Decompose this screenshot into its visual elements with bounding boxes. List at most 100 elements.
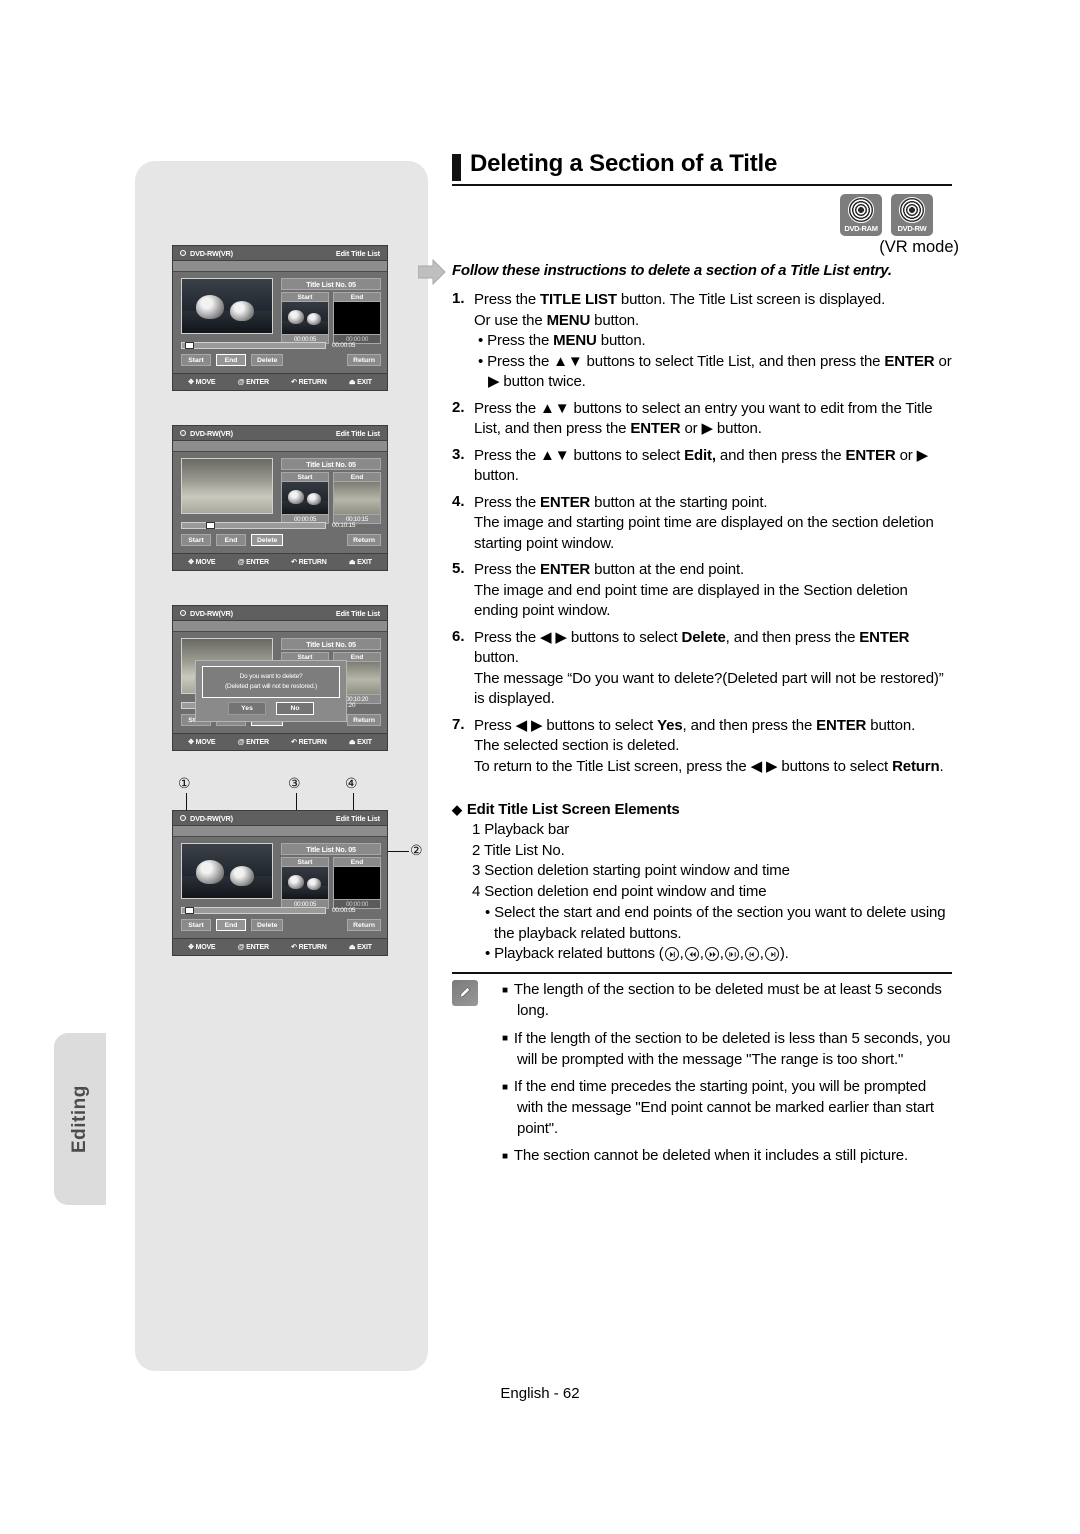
step-text: Press the ENTER button at the starting p… [474, 493, 952, 555]
element-item: 1 Playback bar [472, 821, 570, 838]
dialog-buttons: Yes No [196, 702, 346, 715]
step-text: Press the ▲▼ buttons to select Edit, and… [474, 446, 952, 487]
otter-shape [288, 490, 304, 504]
start-button[interactable]: Start [181, 354, 211, 366]
content-column: Deleting a Section of a Title DVD-RAM DV… [418, 150, 959, 1164]
disc-icon [180, 610, 186, 616]
step-line: The image and starting point time are di… [474, 514, 934, 552]
dialog-message: Do you want to delete? (Deleted part wil… [202, 666, 340, 698]
title-row: Deleting a Section of a Title [452, 150, 952, 188]
delete-button[interactable]: Delete [251, 354, 284, 366]
step-line: Press the ▲▼ buttons to select Edit, and… [474, 446, 929, 485]
start-thumb-image [281, 867, 329, 899]
end-point-window: End 00:00:00 [333, 857, 381, 909]
screen-body: Title List No. 05 Start 00:00:05 End 00:… [173, 837, 387, 933]
screen-subbar [173, 621, 387, 632]
playback-time: 00:00:05 [332, 342, 356, 349]
step-item: 7. Press ◀ ▶ buttons to select Yes, and t… [452, 716, 952, 778]
section-tab-label: Editing [69, 1085, 90, 1153]
screen-elements-section: ◆ Edit Title List Screen Elements 1 Playb… [452, 801, 952, 965]
step-item: 4. Press the ENTER button at the starting… [452, 493, 952, 555]
playback-bar[interactable] [181, 342, 326, 349]
step-number: 4. [452, 492, 465, 510]
manual-page: Editing DVD-RW(VR) Edit Title List Title… [0, 0, 1080, 1534]
nav-exit: ⏏ EXIT [348, 739, 372, 746]
screen-body: Title List No. 05 Start 00:00:05 End 00:… [173, 452, 387, 548]
diamond-icon: ◆ [452, 802, 462, 817]
step-item: 3. Press the ▲▼ buttons to select Edit, a… [452, 446, 952, 487]
start-button[interactable]: Start [181, 919, 211, 931]
dvd-screen-mockup-1: DVD-RW(VR) Edit Title List Title List No… [172, 245, 388, 391]
otter-shape [307, 878, 321, 890]
delete-button[interactable]: Delete [251, 919, 284, 931]
disc-type-group: DVD-RW(VR) [180, 249, 233, 258]
playback-bar[interactable] [181, 522, 326, 529]
step-backward-icon [744, 947, 759, 961]
nav-return: ↶ RETURN [291, 944, 327, 951]
disc-ring-icon [848, 197, 874, 223]
playback-bar-knob[interactable] [185, 342, 194, 349]
video-preview [181, 458, 273, 514]
playback-bar-knob[interactable] [206, 522, 215, 529]
disc-icon [180, 815, 186, 821]
delete-confirm-dialog: Do you want to delete? (Deleted part wil… [195, 660, 347, 722]
page-title: Deleting a Section of a Title [470, 150, 778, 177]
disc-icon [180, 250, 186, 256]
title-underline [452, 184, 952, 186]
skip-next-icon [724, 947, 739, 961]
steps-list: 1. Press the TITLE LIST button. The Title… [452, 290, 952, 783]
return-button[interactable]: Return [347, 919, 381, 931]
screen-title: Edit Title List [335, 248, 380, 258]
dvd-screen-mockup-2: DVD-RW(VR) Edit Title List Title List No… [172, 425, 388, 571]
screen-footer-nav: ✥ MOVE @ ENTER ↶ RETURN ⏏ EXIT [173, 733, 387, 750]
end-label: End [333, 472, 381, 482]
start-point-window: Start 00:00:05 [281, 857, 329, 909]
start-button[interactable]: Start [181, 534, 211, 546]
screen-title: Edit Title List [335, 608, 380, 618]
screen-subbar [173, 261, 387, 272]
elements-heading-text: Edit Title List Screen Elements [466, 801, 680, 818]
step-number: 2. [452, 398, 465, 416]
dialog-no-button[interactable]: No [276, 702, 314, 715]
playback-bar[interactable] [181, 907, 326, 914]
return-button[interactable]: Return [347, 714, 381, 726]
note-pencil-icon [452, 980, 478, 1006]
otter-shape [196, 860, 224, 884]
end-thumb-image [333, 482, 381, 514]
end-label: End [333, 857, 381, 867]
nav-move: ✥ MOVE [188, 379, 216, 386]
page-footer: English - 62 [500, 1385, 580, 1402]
step-text: Press the ENTER button at the end point.… [474, 560, 952, 622]
end-button[interactable]: End [216, 534, 246, 546]
end-button[interactable]: End [216, 919, 246, 931]
dialog-yes-button[interactable]: Yes [228, 702, 266, 715]
start-label: Start [281, 472, 329, 482]
return-button[interactable]: Return [347, 354, 381, 366]
playback-bar-knob[interactable] [185, 907, 194, 914]
end-label: End [333, 292, 381, 302]
element-sub-bullets: • Select the start and end points of the… [472, 903, 952, 965]
rewind-icon [684, 947, 699, 961]
nav-enter: @ ENTER [237, 558, 269, 566]
screen-body: Title List No. 05 Start 00:00:05 End 00:… [173, 632, 387, 728]
water-backdrop [282, 321, 328, 334]
otter-shape [307, 493, 321, 505]
nav-return: ↶ RETURN [291, 559, 327, 566]
delete-button[interactable]: Delete [251, 534, 284, 546]
end-button[interactable]: End [216, 354, 246, 366]
step-text: Press the TITLE LIST button. The Title L… [474, 290, 952, 393]
intro-callout: Follow these instructions to delete a se… [418, 259, 952, 285]
step-item: 1. Press the TITLE LIST button. The Title… [452, 290, 952, 393]
end-point-window: End 00:00:00 [333, 292, 381, 344]
step-line: Press ◀ ▶ buttons to select Yes, and the… [474, 716, 916, 734]
nav-enter: @ ENTER [237, 738, 269, 746]
fast-forward-icon [704, 947, 719, 961]
step-line: Press the ▲▼ buttons to select an entry … [474, 399, 933, 438]
step-number: 3. [452, 445, 465, 463]
return-button[interactable]: Return [347, 534, 381, 546]
play-pause-icon [664, 947, 679, 961]
note-box: ■ The length of the section to be deleted… [452, 972, 952, 1174]
otter-shape [230, 866, 254, 886]
note-item: ■ The section cannot be deleted when it i… [502, 1147, 909, 1164]
arrow-icon [418, 259, 446, 285]
